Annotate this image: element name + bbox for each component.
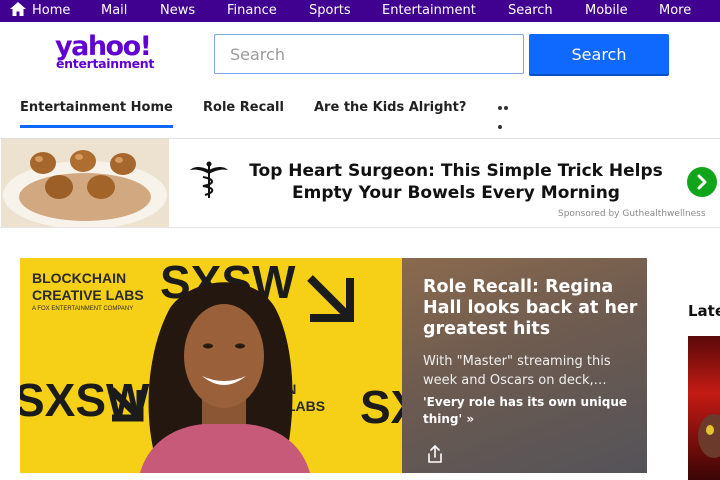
- hero-title[interactable]: Role Recall: Regina Hall looks back at h…: [423, 277, 638, 340]
- hero-text-panel: Role Recall: Regina Hall looks back at h…: [402, 258, 647, 473]
- image-brand-right: SXSW: [360, 381, 402, 433]
- tab-entertainment-home[interactable]: Entertainment Home: [20, 100, 173, 128]
- image-sponsor-text-1: BLOCKCHAIN: [32, 270, 126, 286]
- nav-home-label: Home: [32, 3, 71, 18]
- nav-news[interactable]: News: [160, 0, 195, 22]
- share-icon[interactable]: [426, 444, 444, 464]
- nav-home[interactable]: Home: [10, 0, 70, 22]
- tab-role-recall[interactable]: Role Recall: [203, 100, 284, 115]
- ad-eggs-image: [1, 139, 169, 227]
- ad-cta-arrow-icon[interactable]: [687, 167, 717, 197]
- top-nav-bar: Home Mail News Finance Sports Entertainm…: [0, 0, 720, 22]
- search-button[interactable]: Search: [529, 34, 669, 74]
- nav-sports[interactable]: Sports: [309, 0, 351, 22]
- caduceus-icon: [188, 160, 230, 204]
- image-sponsor-small: A FOX ENTERTAINMENT COMPANY: [32, 306, 133, 312]
- ad-headline[interactable]: Top Heart Surgeon: This Simple Trick Hel…: [240, 160, 672, 204]
- nav-mobile[interactable]: Mobile: [585, 0, 628, 22]
- home-icon: [10, 2, 26, 16]
- latest-thumbnail[interactable]: [688, 336, 720, 480]
- nav-mail[interactable]: Mail: [101, 0, 127, 22]
- nav-entertainment[interactable]: Entertainment: [382, 0, 476, 22]
- logo-sub: entertainment: [56, 56, 155, 71]
- nav-more[interactable]: More: [659, 0, 691, 22]
- hero-image: BLOCKCHAIN CREATIVE LABS A FOX ENTERTAIN…: [20, 258, 402, 473]
- hero-story[interactable]: BLOCKCHAIN CREATIVE LABS A FOX ENTERTAIN…: [20, 258, 647, 473]
- nav-search[interactable]: Search: [508, 0, 553, 22]
- image-sponsor-text-2: CREATIVE LABS: [32, 287, 144, 303]
- ad-sponsor-label[interactable]: Sponsored by Guthealthwellness: [558, 209, 706, 219]
- hero-read-more-link[interactable]: 'Every role has its own unique thing' »: [423, 394, 638, 428]
- nav-finance[interactable]: Finance: [227, 0, 277, 22]
- tab-are-the-kids-alright[interactable]: Are the Kids Alright?: [314, 100, 466, 115]
- section-nav: Entertainment Home Role Recall Are the K…: [0, 92, 720, 139]
- yahoo-entertainment-logo[interactable]: yahoo! entertainment: [55, 31, 173, 73]
- search-input[interactable]: [214, 34, 524, 74]
- latest-heading: Late: [688, 302, 720, 320]
- hero-summary: With "Master" streaming this week and Os…: [423, 354, 611, 388]
- more-tabs-icon[interactable]: [498, 106, 514, 129]
